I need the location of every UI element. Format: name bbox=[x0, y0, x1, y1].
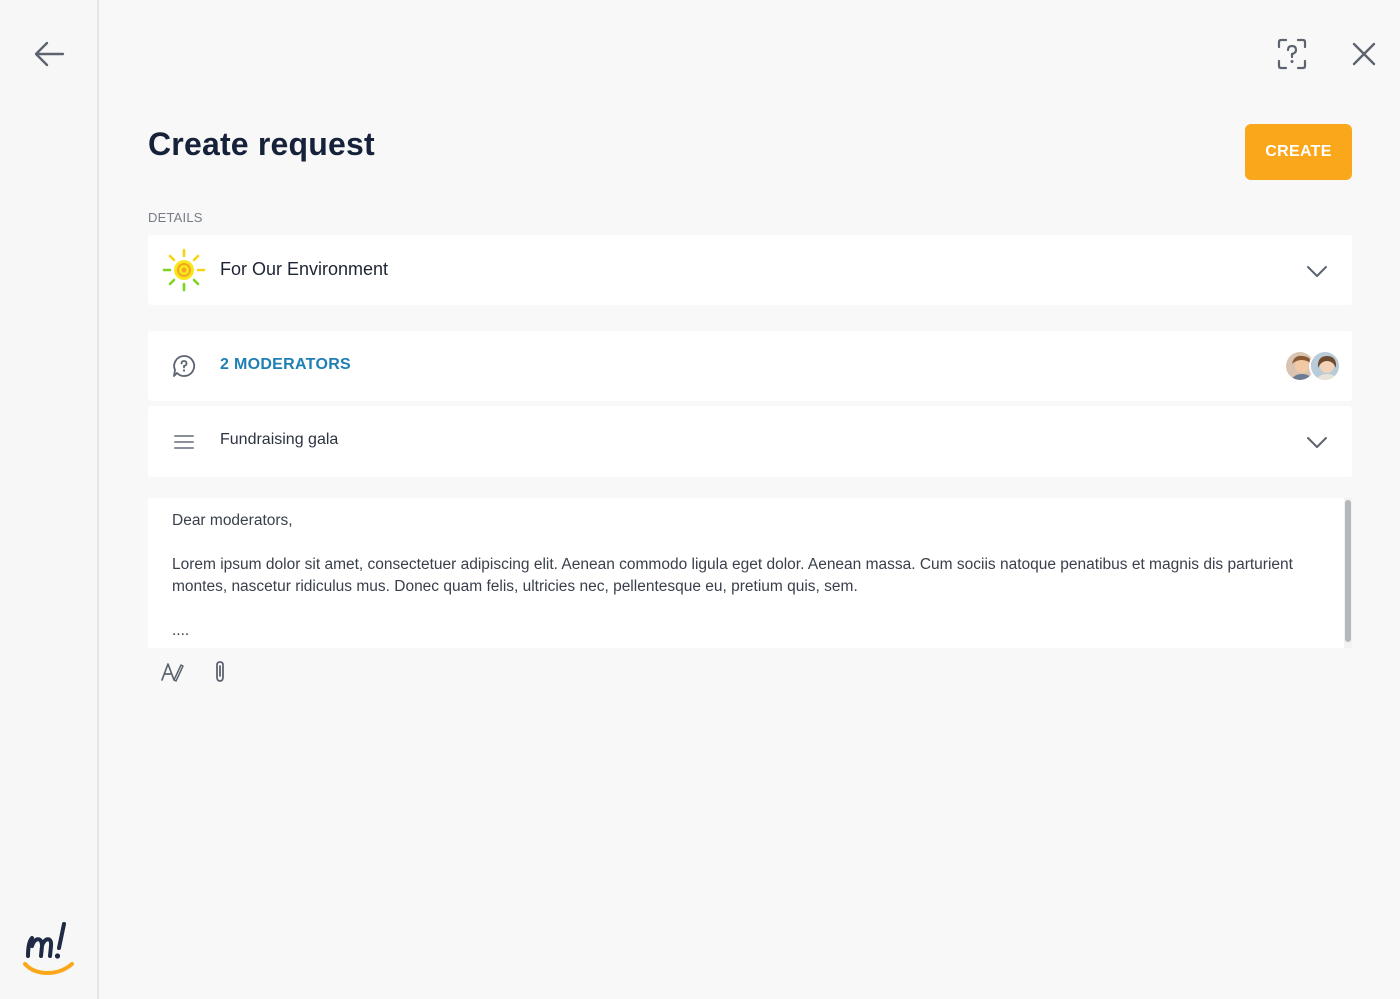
message-ellipsis: .... bbox=[172, 622, 190, 639]
scrollbar-thumb[interactable] bbox=[1345, 500, 1351, 642]
message-scrollbar[interactable] bbox=[1344, 498, 1352, 648]
main-panel: Create request CREATE DETAILS For Our En… bbox=[101, 0, 1400, 999]
avatar bbox=[1309, 350, 1341, 382]
chevron-down-icon[interactable] bbox=[1306, 265, 1328, 279]
message-content[interactable]: Dear moderators, Lorem ipsum dolor sit a… bbox=[172, 510, 1322, 642]
message-body-text: Lorem ipsum dolor sit amet, consectetuer… bbox=[172, 556, 1293, 595]
text-format-icon[interactable] bbox=[160, 661, 184, 683]
topic-select[interactable]: Fundraising gala bbox=[148, 406, 1352, 477]
back-arrow-icon[interactable] bbox=[32, 38, 66, 70]
paperclip-icon[interactable] bbox=[212, 660, 228, 684]
question-bubble-icon bbox=[173, 355, 196, 377]
community-name: For Our Environment bbox=[220, 259, 389, 279]
moderators-label[interactable]: 2 MODERATORS bbox=[220, 356, 351, 374]
sun-logo-icon bbox=[162, 248, 206, 292]
moderator-avatars bbox=[1284, 350, 1344, 384]
message-greeting: Dear moderators, bbox=[172, 512, 293, 529]
page-title: Create request bbox=[148, 126, 375, 162]
menu-lines-icon bbox=[174, 435, 194, 449]
topic-value: Fundraising gala bbox=[220, 431, 339, 448]
details-section-label: DETAILS bbox=[148, 210, 203, 225]
sidebar bbox=[0, 0, 99, 999]
close-icon[interactable] bbox=[1351, 41, 1377, 67]
help-scan-icon[interactable] bbox=[1276, 37, 1308, 71]
app-logo bbox=[23, 922, 74, 975]
chevron-down-icon[interactable] bbox=[1306, 436, 1328, 450]
community-select[interactable]: For Our Environment bbox=[148, 235, 1352, 305]
message-textarea[interactable]: Dear moderators, Lorem ipsum dolor sit a… bbox=[148, 498, 1352, 648]
moderators-row[interactable]: 2 MODERATORS bbox=[148, 331, 1352, 401]
create-button[interactable]: CREATE bbox=[1245, 124, 1352, 180]
